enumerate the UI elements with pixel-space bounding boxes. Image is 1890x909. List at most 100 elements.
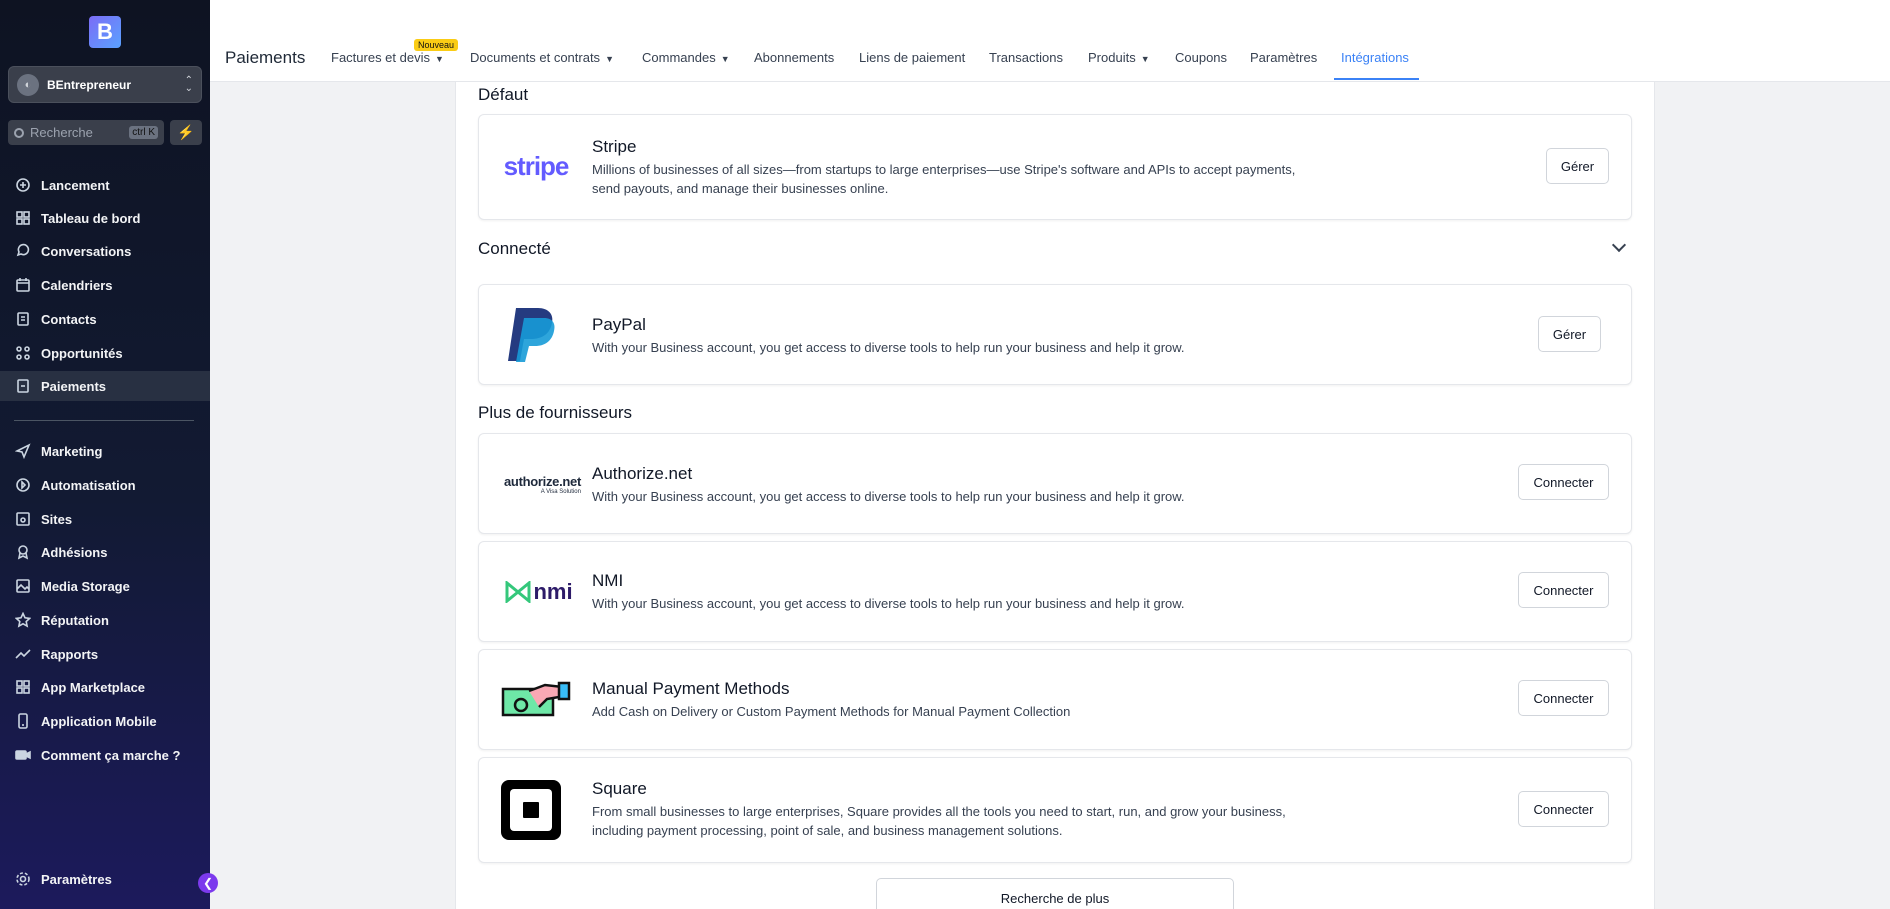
tab-produits[interactable]: Produits ▼ xyxy=(1088,50,1150,65)
sidebar-item-sites[interactable]: Sites xyxy=(0,504,210,534)
sidebar-item-label: Adhésions xyxy=(41,544,108,560)
stripe-card: stripe Stripe Millions of businesses of … xyxy=(478,114,1632,220)
nmi-logo: nmi xyxy=(501,578,577,606)
stripe-logo: stripe xyxy=(501,151,571,181)
tab-label: Documents et contrats xyxy=(470,50,601,65)
authorize-net-logo-sub: A Visa Solution xyxy=(540,488,581,495)
manual-payment-card: Manual Payment Methods Add Cash on Deliv… xyxy=(478,649,1632,750)
tab-parametres[interactable]: Paramètres xyxy=(1250,50,1317,65)
tab-documents-et-contrats[interactable]: Documents et contrats ▼ xyxy=(470,50,614,65)
calendar-icon xyxy=(14,276,32,294)
opportunities-icon xyxy=(14,344,32,362)
search-input[interactable]: Recherche ctrl K xyxy=(8,120,164,145)
manual-payment-connect-button[interactable]: Connecter xyxy=(1518,680,1609,716)
account-avatar: ◐ xyxy=(17,73,39,96)
provider-description: From small businesses to large enterpris… xyxy=(592,804,1286,838)
sidebar-item-marketing[interactable]: Marketing xyxy=(0,436,210,466)
nmi-card: nmi NMI With your Business account, you … xyxy=(478,541,1632,642)
sidebar-item-media-storage[interactable]: Media Storage xyxy=(0,571,210,601)
sidebar-item-label: Comment ça marche ? xyxy=(41,747,181,763)
sidebar-item-calendriers[interactable]: Calendriers xyxy=(0,270,210,300)
search-icon xyxy=(14,127,24,138)
tab-coupons[interactable]: Coupons xyxy=(1175,50,1227,65)
tab-abonnements[interactable]: Abonnements xyxy=(754,50,834,65)
authorize-net-logo: authorize.net A Visa Solution xyxy=(501,471,581,497)
nmi-connect-button[interactable]: Connecter xyxy=(1518,572,1609,608)
provider-name: NMI xyxy=(592,571,624,590)
send-icon xyxy=(14,442,32,460)
sidebar-item-label: Tableau de bord xyxy=(41,210,141,226)
image-icon xyxy=(14,577,32,595)
sidebar-item-app-marketplace[interactable]: App Marketplace xyxy=(0,672,210,702)
provider-description: Add Cash on Delivery or Custom Payment M… xyxy=(592,704,1071,719)
sidebar-item-label: Calendriers xyxy=(41,277,113,293)
stripe-manage-button[interactable]: Gérer xyxy=(1546,148,1609,184)
sidebar-item-label: Réputation xyxy=(41,612,109,628)
sidebar-item-adhesions[interactable]: Adhésions xyxy=(0,537,210,567)
cash-hand-icon xyxy=(501,679,571,719)
chevron-down-icon: ▼ xyxy=(1140,54,1150,64)
sidebar-item-conversations[interactable]: Conversations xyxy=(0,236,210,266)
sidebar-item-label: Automatisation xyxy=(41,477,136,493)
sidebar-item-label: App Marketplace xyxy=(41,679,146,695)
account-switcher[interactable]: ◐ BEntrepreneur ⌃ ⌄ xyxy=(8,66,202,103)
sidebar-item-label: Conversations xyxy=(41,243,132,259)
tab-integrations[interactable]: Intégrations xyxy=(1341,50,1409,65)
sidebar-item-label: Lancement xyxy=(41,177,110,193)
tab-label: Intégrations xyxy=(1341,50,1409,65)
sidebar-item-contacts[interactable]: Contacts xyxy=(0,304,210,334)
chevron-left-icon: ❮ xyxy=(202,876,214,890)
sidebar-item-label: Paiements xyxy=(41,378,107,394)
quick-action-bolt-icon[interactable]: ⚡ xyxy=(170,120,202,145)
square-connect-button[interactable]: Connecter xyxy=(1518,791,1609,827)
sidebar-item-dashboard[interactable]: Tableau de bord xyxy=(0,203,210,233)
paypal-logo xyxy=(501,303,565,367)
tab-label: Coupons xyxy=(1175,50,1228,65)
gear-icon xyxy=(14,870,32,888)
find-more-button[interactable]: Recherche de plus xyxy=(876,878,1234,909)
authorize-net-connect-button[interactable]: Connecter xyxy=(1518,464,1609,500)
sidebar-item-automatisation[interactable]: Automatisation xyxy=(0,470,210,500)
app-logo[interactable]: B xyxy=(89,16,121,48)
sidebar-item-label: Application Mobile xyxy=(41,713,157,729)
chart-icon xyxy=(14,645,32,663)
paypal-manage-button[interactable]: Gérer xyxy=(1538,316,1601,352)
sidebar: B ◐ BEntrepreneur ⌃ ⌄ Recherche ctrl K ⚡ … xyxy=(0,0,218,909)
provider-name: Square xyxy=(592,779,647,798)
sidebar-item-rapports[interactable]: Rapports xyxy=(0,639,210,669)
video-icon xyxy=(14,746,32,764)
tab-label: Liens de paiement xyxy=(859,50,966,65)
sidebar-item-label: Media Storage xyxy=(41,578,130,594)
chevron-updown-icon: ⌃ ⌄ xyxy=(184,74,193,94)
dashboard-icon xyxy=(14,209,32,227)
sidebar-item-label: Contacts xyxy=(41,311,97,327)
sidebar-item-lancement[interactable]: Lancement xyxy=(0,170,210,200)
sidebar-item-reputation[interactable]: Réputation xyxy=(0,605,210,635)
sidebar-item-paiements[interactable]: Paiements xyxy=(0,371,210,401)
provider-name: Stripe xyxy=(592,137,637,156)
mobile-icon xyxy=(14,712,32,730)
nmi-logo-text: nmi xyxy=(533,579,573,604)
provider-description: With your Business account, you get acce… xyxy=(592,489,1185,504)
tab-liens-de-paiement[interactable]: Liens de paiement xyxy=(859,50,965,65)
chat-icon xyxy=(14,242,32,260)
paypal-card: PayPal With your Business account, you g… xyxy=(478,284,1632,385)
account-name: BEntrepreneur xyxy=(47,77,132,92)
sidebar-item-how-it-works[interactable]: Comment ça marche ? xyxy=(0,740,210,770)
chevron-down-icon: ▼ xyxy=(720,54,730,64)
stripe-logo-text: stripe xyxy=(503,150,570,181)
sidebar-item-label: Marketing xyxy=(41,443,103,459)
provider-name: Manual Payment Methods xyxy=(592,679,790,698)
tab-transactions[interactable]: Transactions xyxy=(989,50,1063,65)
tab-factures-et-devis[interactable]: Factures et devis ▼ xyxy=(331,50,444,65)
tab-commandes[interactable]: Commandes ▼ xyxy=(642,50,730,65)
section-default-heading: Défaut xyxy=(478,85,529,104)
sidebar-item-label: Opportunités xyxy=(41,345,123,361)
provider-name: PayPal xyxy=(592,315,646,334)
sidebar-item-application-mobile[interactable]: Application Mobile xyxy=(0,706,210,736)
sidebar-item-parametres[interactable]: Paramètres xyxy=(0,864,210,894)
page-title: Paiements xyxy=(225,48,306,67)
collapse-sidebar-button[interactable]: ❮ xyxy=(198,873,218,893)
sidebar-item-opportunites[interactable]: Opportunités xyxy=(0,338,210,368)
payments-icon xyxy=(14,377,32,395)
